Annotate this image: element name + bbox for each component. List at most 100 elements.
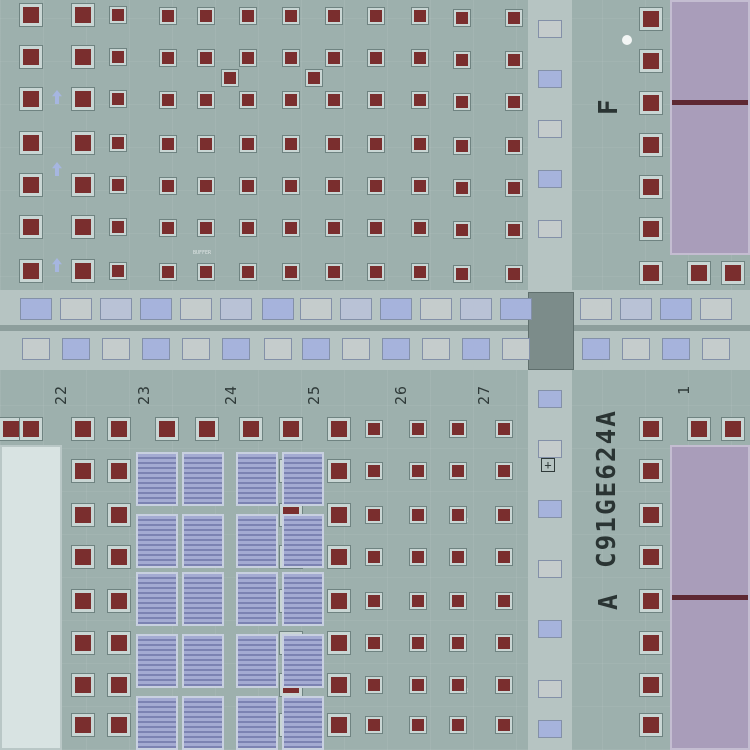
bond-pad — [367, 49, 385, 67]
bond-pad — [71, 503, 95, 527]
column-number: 24 — [222, 384, 240, 405]
bond-pad — [107, 417, 131, 441]
bond-pad — [365, 506, 383, 524]
column-number: 27 — [475, 384, 493, 405]
bond-pad — [495, 548, 513, 566]
bond-pad — [495, 420, 513, 438]
bond-pad — [495, 716, 513, 734]
memory-array — [182, 572, 224, 626]
bond-pad — [453, 93, 471, 111]
bond-pad — [687, 261, 711, 285]
memory-array — [182, 696, 224, 750]
bond-pad — [505, 221, 523, 239]
arrow-marker — [52, 90, 62, 104]
bottom-right-panel — [670, 445, 750, 750]
bond-pad — [282, 135, 300, 153]
bond-pad — [282, 7, 300, 25]
die-micrograph: 22 23 24 25 26 27 1 C91GE624A A F + BUFF… — [0, 0, 750, 750]
circuit-module — [264, 338, 292, 360]
bond-pad — [71, 545, 95, 569]
bond-pad — [71, 417, 95, 441]
bond-pad — [453, 9, 471, 27]
bond-pad — [411, 263, 429, 281]
bond-pad — [19, 215, 43, 239]
bond-pad — [409, 676, 427, 694]
bond-pad — [19, 259, 43, 283]
bond-pad — [239, 49, 257, 67]
circuit-module — [142, 338, 170, 360]
column-number: 25 — [305, 384, 323, 405]
circuit-module — [660, 298, 692, 320]
circuit-module — [538, 120, 562, 138]
bond-pad — [495, 592, 513, 610]
bond-pad — [159, 219, 177, 237]
bond-pad — [411, 49, 429, 67]
bond-pad — [639, 589, 663, 613]
circuit-module — [342, 338, 370, 360]
bond-pad — [197, 219, 215, 237]
bond-pad — [107, 545, 131, 569]
bond-pad — [71, 131, 95, 155]
bond-pad — [365, 716, 383, 734]
bond-pad — [449, 420, 467, 438]
bond-pad — [159, 91, 177, 109]
bond-pad — [453, 137, 471, 155]
memory-array — [282, 696, 324, 750]
block-label: BUFFER — [193, 250, 212, 256]
bond-pad — [197, 7, 215, 25]
bond-pad — [495, 506, 513, 524]
circuit-module — [622, 338, 650, 360]
bond-pad — [639, 217, 663, 241]
bond-pad — [409, 634, 427, 652]
bond-pad — [639, 7, 663, 31]
bond-pad — [71, 673, 95, 697]
bond-pad — [239, 91, 257, 109]
bond-pad — [19, 173, 43, 197]
circuit-module — [538, 20, 562, 38]
bond-pad — [71, 3, 95, 27]
bond-pad — [19, 87, 43, 111]
bond-pad — [107, 673, 131, 697]
circuit-module — [382, 338, 410, 360]
bond-pad — [453, 265, 471, 283]
bond-pad — [197, 263, 215, 281]
bond-pad — [325, 177, 343, 195]
bond-pad — [325, 135, 343, 153]
letter-f: F — [594, 99, 624, 115]
bond-pad — [327, 503, 351, 527]
bond-pad — [449, 506, 467, 524]
circuit-module — [340, 298, 372, 320]
bond-pad — [495, 676, 513, 694]
bond-pad — [109, 262, 127, 280]
circuit-module — [700, 298, 732, 320]
bond-pad — [453, 51, 471, 69]
bond-pad — [327, 713, 351, 737]
bond-pad — [365, 634, 383, 652]
letter-a: A — [594, 594, 624, 610]
bond-pad — [505, 179, 523, 197]
memory-array — [136, 514, 178, 568]
bond-pad — [411, 219, 429, 237]
bond-pad — [71, 173, 95, 197]
bond-pad — [505, 137, 523, 155]
bond-pad — [325, 7, 343, 25]
bond-pad — [639, 261, 663, 285]
bond-pad — [365, 676, 383, 694]
memory-array — [182, 452, 224, 506]
circuit-module — [462, 338, 490, 360]
bond-pad — [239, 263, 257, 281]
circuit-module — [262, 298, 294, 320]
bond-pad — [159, 263, 177, 281]
circuit-module — [180, 298, 212, 320]
bond-pad — [639, 49, 663, 73]
bond-pad — [409, 506, 427, 524]
bond-pad — [282, 49, 300, 67]
bond-pad — [639, 631, 663, 655]
bond-pad — [71, 713, 95, 737]
bond-pad — [367, 263, 385, 281]
bond-pad — [19, 3, 43, 27]
fiducial-mark: + — [541, 458, 555, 472]
memory-array — [182, 514, 224, 568]
circuit-module — [538, 560, 562, 578]
bond-pad — [107, 631, 131, 655]
